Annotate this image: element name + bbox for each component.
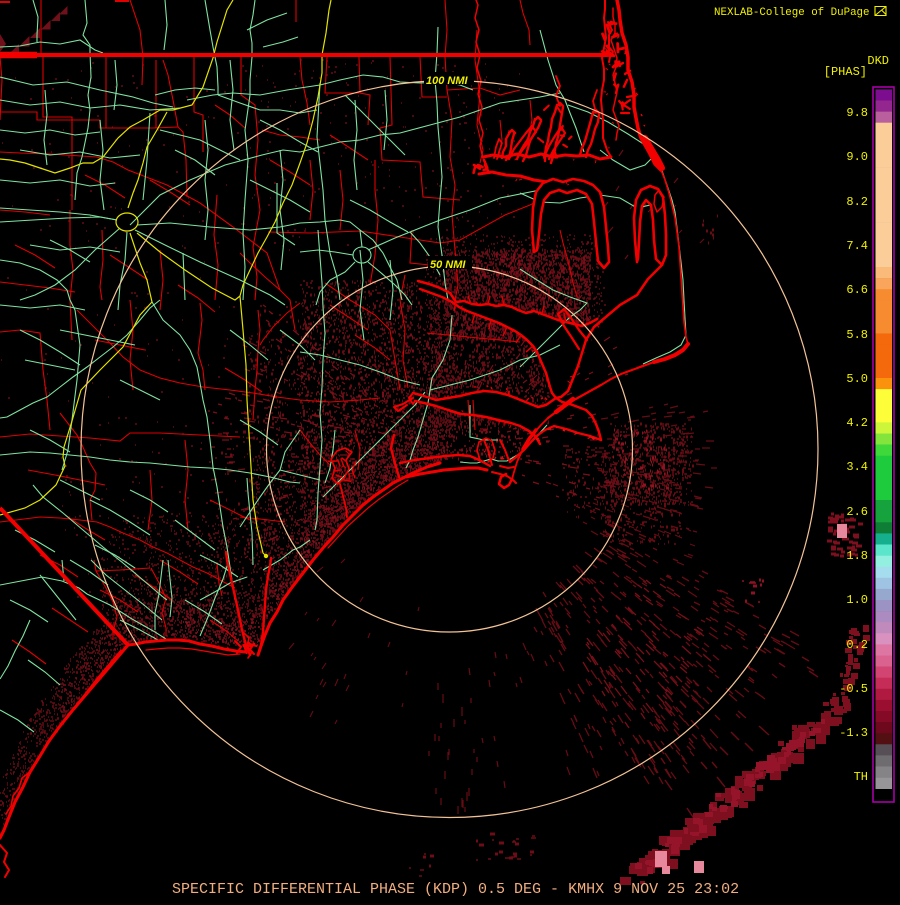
svg-text:DKD: DKD	[867, 54, 889, 68]
svg-text:9.8: 9.8	[846, 106, 868, 120]
svg-text:7.4: 7.4	[846, 239, 868, 253]
svg-text:100 NMI: 100 NMI	[426, 75, 469, 87]
svg-text:[PHAS]: [PHAS]	[824, 65, 867, 79]
svg-text:6.6: 6.6	[846, 283, 868, 297]
svg-text:9.0: 9.0	[846, 150, 868, 164]
svg-text:2.6: 2.6	[846, 505, 868, 519]
svg-text:50 NMI: 50 NMI	[430, 259, 466, 271]
svg-text:SPECIFIC DIFFERENTIAL PHASE (K: SPECIFIC DIFFERENTIAL PHASE (KDP) 0.5 DE…	[172, 881, 739, 898]
svg-text:1.0: 1.0	[846, 593, 868, 607]
svg-text:1.8: 1.8	[846, 549, 868, 563]
svg-text:5.0: 5.0	[846, 372, 868, 386]
svg-text:8.2: 8.2	[846, 195, 868, 209]
svg-text:TH: TH	[854, 770, 868, 784]
svg-text:NEXLAB-College of DuPage: NEXLAB-College of DuPage	[714, 7, 870, 19]
svg-text:5.8: 5.8	[846, 328, 868, 342]
svg-text:0.2: 0.2	[846, 638, 868, 652]
svg-text:-1.3: -1.3	[839, 726, 868, 740]
svg-text:3.4: 3.4	[846, 460, 868, 474]
svg-text:-0.5: -0.5	[839, 682, 868, 696]
svg-text:4.2: 4.2	[846, 416, 868, 430]
